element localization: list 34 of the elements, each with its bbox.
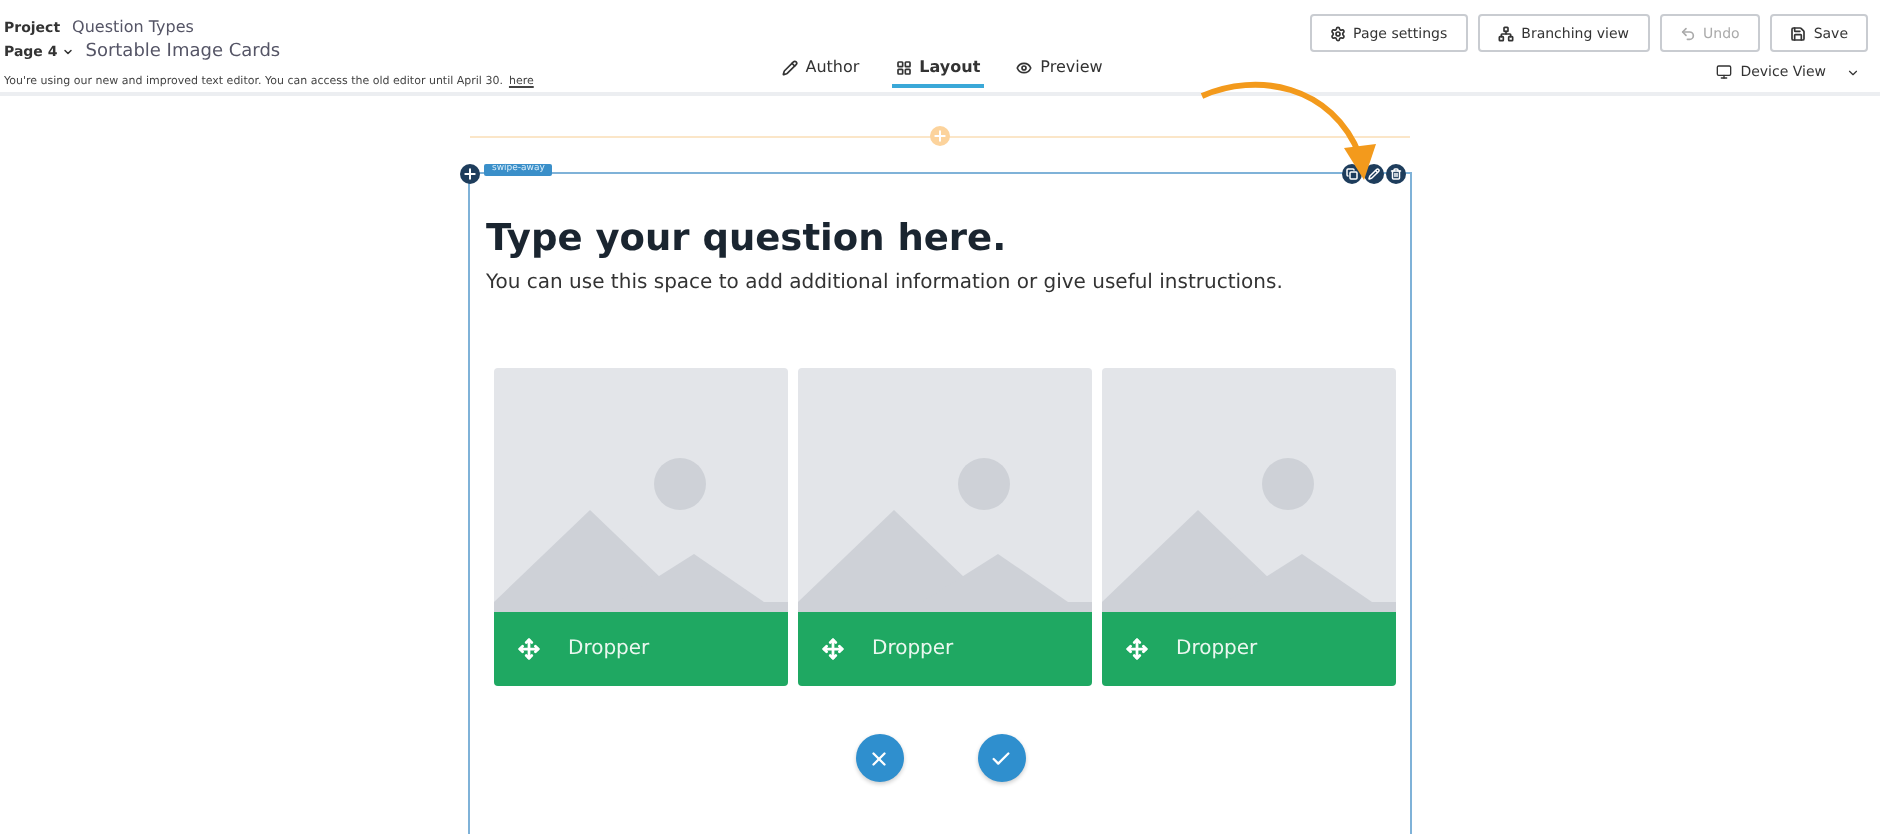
eye-icon [1016,59,1033,75]
tab[interactable]: Layout [891,52,985,88]
undo-icon [1679,25,1696,41]
caret-icon [1846,65,1860,79]
close-icon [868,747,890,769]
question-description: You can use this space to add additional information or give useful instructions. [486,272,1285,294]
reject-button[interactable] [855,734,903,782]
card-label: Dropper [568,638,650,660]
copy-icon [1346,168,1358,180]
page-title: Sortable Image Cards [85,42,281,62]
caret-icon[interactable] [61,46,74,58]
check-icon [990,747,1012,769]
plus-icon [932,128,948,144]
save-icon [1789,25,1806,41]
move-icon [822,638,844,660]
settings-icon [1329,25,1346,41]
trash-icon [1390,168,1402,180]
delete-button[interactable] [1386,164,1406,184]
plus-icon [462,166,478,182]
move-icon [518,638,540,660]
project-name: Question Types [72,18,194,36]
question-title: Type your question here. [486,218,1009,260]
tab[interactable]: Preview [1012,52,1107,88]
accept-button[interactable] [977,734,1025,782]
pencil-icon [1368,168,1380,180]
grid-icon [895,59,912,75]
monitor-icon [1716,64,1733,80]
pencil-icon [781,59,798,75]
card-label: Dropper [1176,638,1258,660]
hierarchy-icon [1497,25,1514,41]
card-label: Dropper [872,638,954,660]
move-icon [1126,638,1148,660]
tab[interactable]: Author [777,52,864,88]
add-button[interactable] [460,164,480,184]
